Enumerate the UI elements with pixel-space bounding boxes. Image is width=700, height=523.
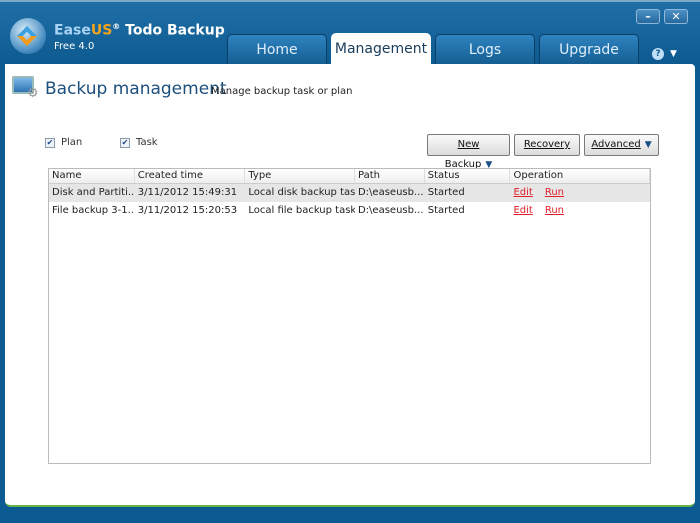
gear-icon: ⚙ (27, 86, 39, 101)
minimize-button[interactable]: – (636, 9, 660, 24)
advanced-button[interactable]: Advanced ▼ (584, 134, 659, 156)
column-header[interactable]: Path (355, 169, 425, 183)
column-header[interactable]: Type (245, 169, 355, 183)
task-checkbox[interactable]: ✔ Task (120, 137, 158, 148)
column-header[interactable]: Operation (510, 169, 650, 183)
column-header[interactable]: Name (49, 169, 135, 183)
cell-name: File backup 3-1... (52, 205, 135, 216)
easeus-logo-icon (10, 18, 46, 54)
checkbox-icon: ✔ (45, 137, 55, 148)
cell-created: 3/11/2012 15:49:31 (137, 187, 238, 198)
page-title: Backup management (45, 79, 227, 99)
cell-type: Local file backup task (248, 205, 355, 216)
plan-checkbox[interactable]: ✔ Plan (45, 137, 82, 148)
tab-management[interactable]: Management (331, 33, 431, 67)
cell-path: D:\easeusb... (357, 205, 424, 216)
checkbox-icon: ✔ (120, 137, 130, 148)
cell-status: Started (427, 187, 465, 198)
table-header: Name Created time Type Path Status Opera… (49, 169, 650, 184)
content-panel: ⚙ Backup management Manage backup task o… (5, 64, 695, 507)
tab-upgrade[interactable]: Upgrade (539, 34, 639, 66)
app-version: Free 4.0 (54, 41, 95, 52)
cell-name: Disk and Partiti... (52, 187, 135, 198)
cell-operation: Edit Run (510, 202, 650, 220)
run-link[interactable]: Run (545, 187, 564, 198)
page-subtitle: Manage backup task or plan (211, 86, 353, 97)
chevron-down-icon: ▼ (644, 140, 652, 150)
cell-created: 3/11/2012 15:20:53 (137, 205, 238, 216)
table-row[interactable]: File backup 3-1... 3/11/2012 15:20:53 Lo… (49, 202, 650, 220)
tab-logs[interactable]: Logs (435, 34, 535, 66)
close-button[interactable]: ✕ (664, 9, 688, 24)
plan-label: Plan (61, 137, 83, 148)
backup-table: Name Created time Type Path Status Opera… (48, 168, 651, 464)
table-row[interactable]: Disk and Partiti... 3/11/2012 15:49:31 L… (49, 184, 650, 202)
title-bar: EaseUS® Todo Backup Free 4.0 Home Manage… (0, 0, 700, 67)
edit-link[interactable]: Edit (513, 205, 532, 216)
cell-status: Started (427, 205, 465, 216)
app-name: EaseUS® Todo Backup (54, 22, 225, 39)
new-backup-button[interactable]: New Backup ▼ (427, 134, 510, 170)
run-link[interactable]: Run (545, 205, 564, 216)
column-header[interactable]: Created time (135, 169, 246, 183)
edit-link[interactable]: Edit (513, 187, 532, 198)
cell-path: D:\easeusb... (357, 187, 424, 198)
tab-home[interactable]: Home (227, 34, 327, 66)
menu-dropdown-icon[interactable]: ▼ (670, 49, 677, 59)
task-label: Task (136, 137, 158, 148)
cell-type: Local disk backup task (248, 187, 355, 198)
cell-operation: Edit Run (510, 184, 650, 202)
column-header[interactable]: Status (425, 169, 511, 183)
recovery-button[interactable]: Recovery (514, 134, 580, 156)
help-icon[interactable]: ? (652, 48, 664, 60)
